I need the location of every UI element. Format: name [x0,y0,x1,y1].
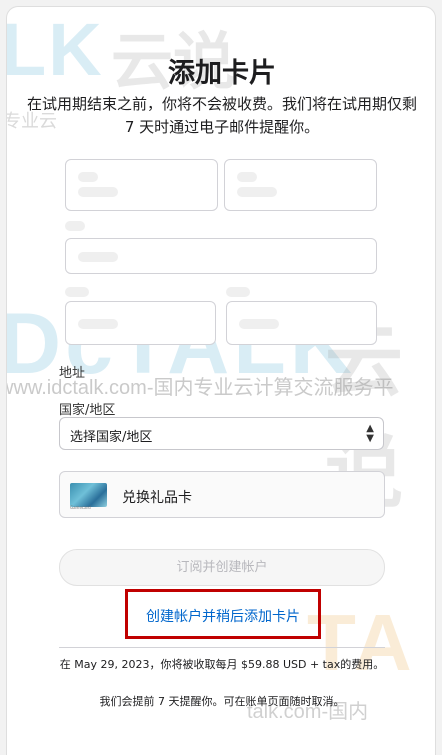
watermark-logo-bottom: TA [307,598,416,687]
create-account-add-card-later-link[interactable]: 创建帐户并稍后添加卡片 [128,606,318,626]
skeleton-label [226,287,250,297]
charge-notice: 在 May 29, 2023，你将被收取每月 $59.88 USD + tax的… [59,658,385,671]
gift-card-thumbnail [70,483,107,507]
page-subtitle: 在试用期结束之前，你将不会被收费。我们将在试用期仅剩 7 天时通过电子邮件提醒你… [27,95,418,136]
address-section-label: 地址 [59,366,86,381]
country-select[interactable]: 选择国家/地区 ▲ ▼ [59,417,384,450]
card-holder-field-skeleton[interactable] [65,238,377,274]
skeleton-placeholder [78,252,118,262]
card-number-field-skeleton[interactable] [65,159,218,211]
last-name-field-skeleton[interactable] [226,301,377,345]
redeem-gift-card-label: 兑换礼品卡 [122,490,192,506]
country-select-value: 选择国家/地区 [70,430,153,445]
skeleton-label [65,221,85,231]
gift-card-thumbnail-text: Gamecard [70,505,91,510]
skeleton-placeholder [78,187,118,197]
skeleton-placeholder [78,319,118,329]
reminder-notice: 我们会提前 7 天提醒你。可在账单页面随时取消。 [99,695,345,708]
first-name-field-skeleton[interactable] [65,301,216,345]
country-label: 国家/地区 [59,403,116,418]
divider [59,647,385,648]
page-title: 添加卡片 [168,58,276,89]
highlight-box: 创建帐户并稍后添加卡片 [125,589,321,639]
add-card-panel: LK 云说 专业云 DcTALK 云说 www.idctalk.com-国内专业… [6,6,436,755]
redeem-gift-card-button[interactable]: Gamecard 兑换礼品卡 [59,471,385,518]
card-expiry-field-skeleton[interactable] [224,159,377,211]
skeleton-placeholder [78,172,98,182]
skeleton-placeholder [239,319,279,329]
subscribe-and-create-account-button[interactable]: 订阅并创建帐户 [59,549,385,586]
skeleton-placeholder [237,172,257,182]
skeleton-placeholder [237,187,277,197]
skeleton-label [65,287,89,297]
chevron-updown-icon: ▲ ▼ [366,423,374,444]
